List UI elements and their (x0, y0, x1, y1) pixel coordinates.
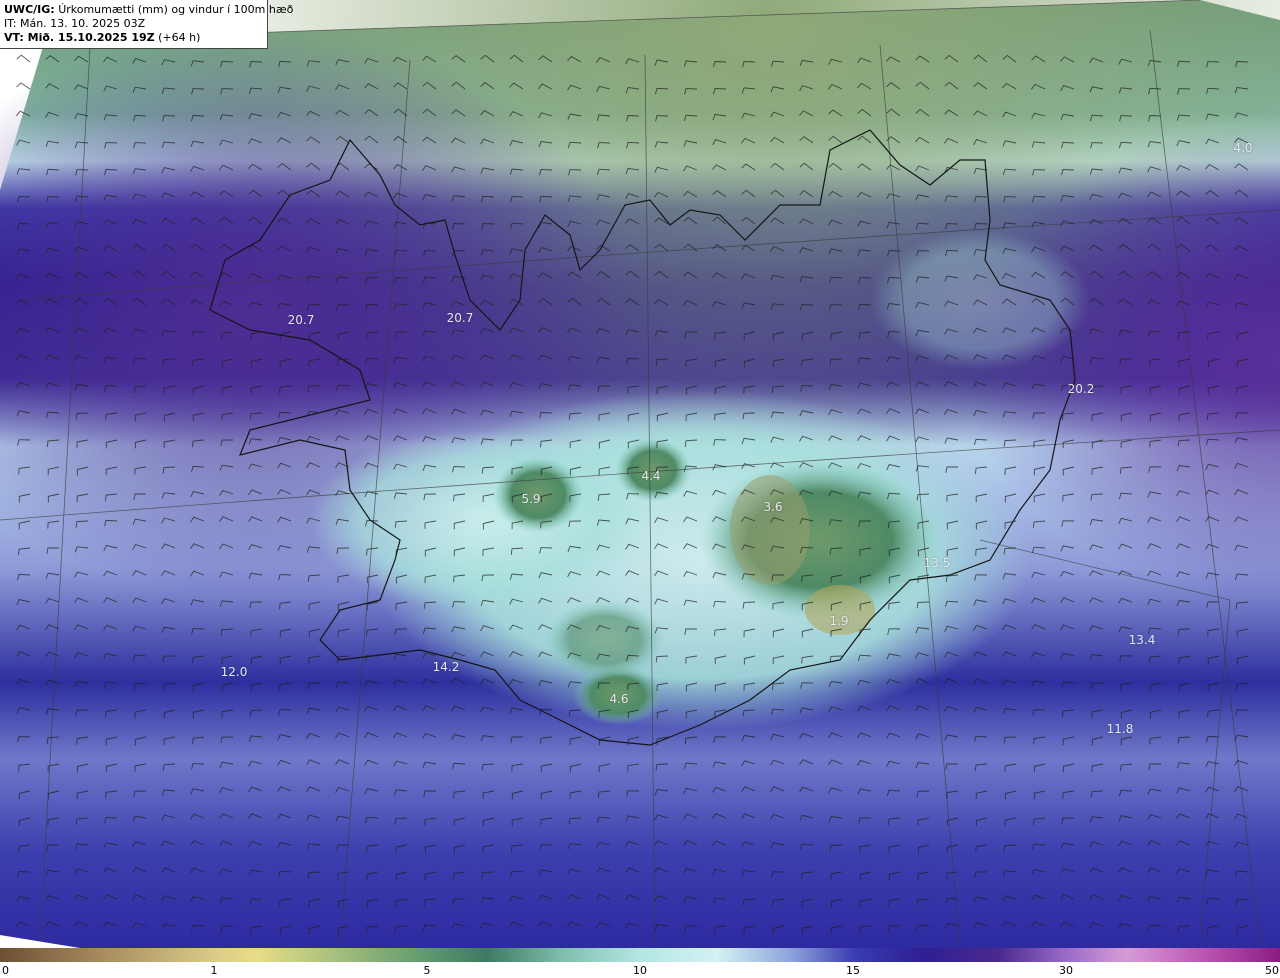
colorbar-tick: 5 (423, 964, 431, 977)
value-label: 1.9 (829, 614, 849, 628)
initial-time: IT: Mán. 13. 10. 2025 03Z (4, 17, 146, 30)
colorbar-tick: 50 (1265, 964, 1279, 977)
model-name: UWC/IG: (4, 3, 55, 16)
colorbar-tick: 10 (633, 964, 647, 977)
map-title: Úrkomumætti (mm) og vindur í 100m hæð (58, 3, 294, 16)
value-label: 4.0 (1233, 141, 1253, 155)
value-label: 11.8 (1106, 722, 1134, 736)
value-label: 12.0 (220, 665, 248, 679)
value-label: 20.7 (287, 313, 315, 327)
map-info-box: UWC/IG: Úrkomumætti (mm) og vindur í 100… (0, 0, 293, 49)
value-label: 4.6 (609, 692, 629, 706)
lead-time: (+64 h) (158, 31, 201, 44)
valid-time: VT: Mið. 15.10.2025 19Z (4, 31, 155, 44)
value-label: 14.2 (432, 660, 460, 674)
valid-time-row: VT: Mið. 15.10.2025 19Z (+64 h) (4, 31, 263, 45)
colorbar-strip (0, 948, 1280, 962)
value-label: 20.7 (446, 311, 474, 325)
value-label: 3.6 (763, 500, 783, 514)
colorbar-tick: 15 (846, 964, 860, 977)
colorbar-tick: 1 (210, 964, 218, 977)
colorbar-tick: 30 (1059, 964, 1073, 977)
colorbar-tick: 0 (2, 964, 9, 977)
value-label: 20.2 (1067, 382, 1095, 396)
value-label: 13.5 (923, 556, 951, 570)
value-label: 4.4 (641, 469, 661, 483)
colorbar: 0 1 5 10 15 30 50 (0, 948, 1280, 978)
value-label: 5.9 (521, 492, 541, 506)
precipitation-map (0, 0, 1280, 948)
value-label: 13.4 (1128, 633, 1156, 647)
title-row: UWC/IG: Úrkomumætti (mm) og vindur í 100… (4, 3, 293, 17)
